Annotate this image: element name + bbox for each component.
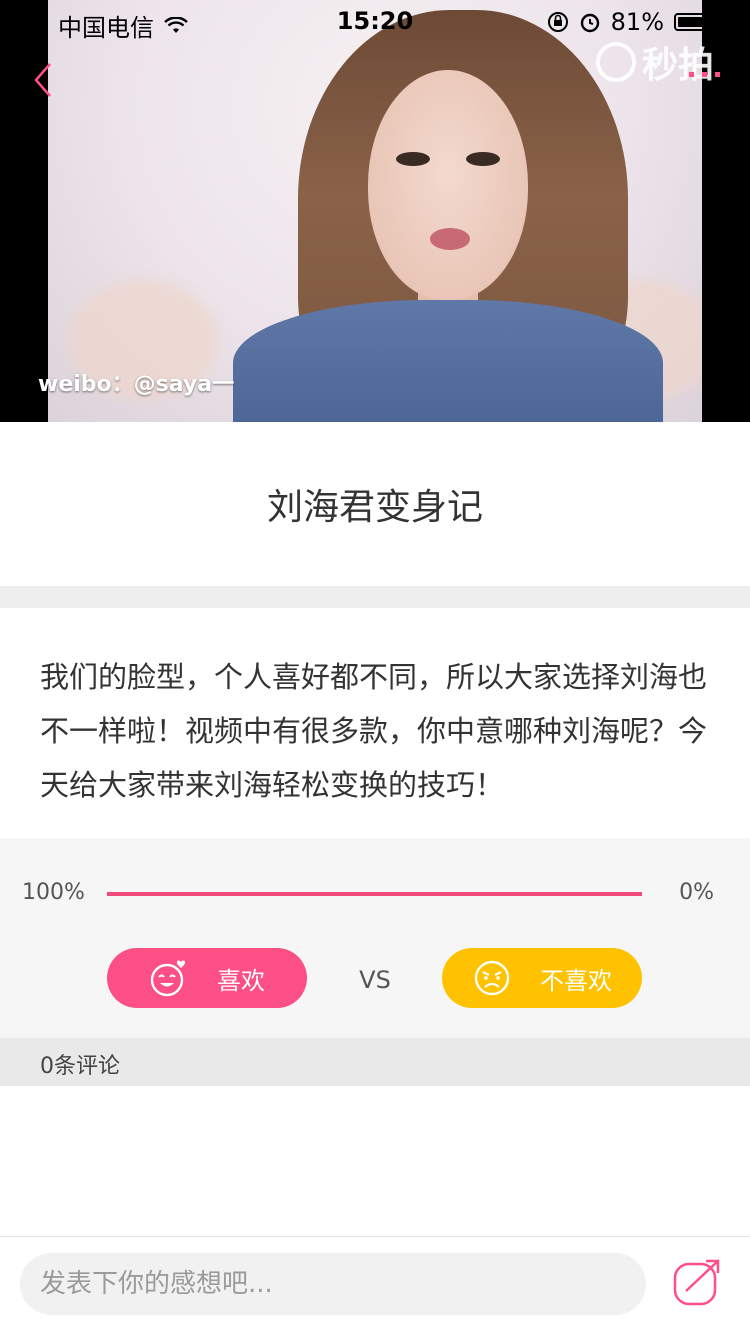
battery-icon [674,13,710,31]
video-eye-right [466,152,500,166]
status-bar: 中国电信 15:20 81% [0,0,750,42]
status-right: 81% [547,8,710,36]
more-dot-icon [689,72,694,77]
battery-percent: 81% [610,8,664,36]
video-watermark-brand: 秒拍 [596,36,714,88]
post-title: 刘海君变身记 [266,487,483,528]
miaopai-logo-icon [596,42,636,82]
compose-send-button[interactable] [672,1257,722,1307]
more-dot-icon [715,72,720,77]
like-percent: 100% [22,880,85,905]
post-description: 我们的脸型，个人喜好都不同，所以大家选择刘海也不一样啦！视频中有很多款，你中意哪… [40,660,708,802]
vote-progress-fill [107,892,642,896]
more-button[interactable] [689,72,720,77]
back-button[interactable] [28,60,60,100]
dislike-percent: 0% [679,880,714,905]
comment-bar [0,1236,750,1334]
alarm-icon [580,13,599,33]
more-dot-icon [702,72,707,77]
orientation-lock-icon [547,12,568,32]
comment-input[interactable] [20,1253,646,1315]
video-eye-left [396,152,430,166]
comments-header: 0条评论 [0,1038,750,1086]
comments-count: 0条评论 [40,1054,120,1079]
dislike-label: 不喜欢 [540,966,612,995]
video-watermark-user: weibo：@saya一 [38,372,235,397]
vote-panel: 100% 0% 喜欢 VS 不喜欢 [0,838,750,1038]
angry-face-icon [474,960,510,996]
video-face [368,70,528,300]
section-divider [0,586,750,608]
video-watermark-brand-text: 秒拍 [642,45,715,86]
video-mouth [430,228,470,250]
dislike-button[interactable]: 不喜欢 [442,948,642,1008]
vote-progress-bar [107,892,642,896]
video-player[interactable]: weibo：@saya一 秒拍 [0,0,750,422]
video-jacket [233,300,663,422]
